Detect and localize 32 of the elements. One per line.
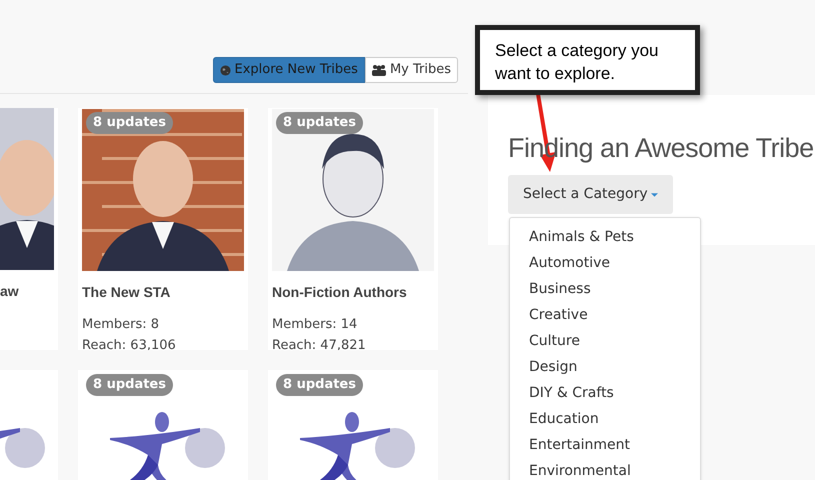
tab[interactable]: My Tribes bbox=[364, 57, 458, 83]
tribe-card[interactable]: 8 updates Non-Fiction Authors Members: 14 Reach: 47,821 bbox=[268, 108, 438, 350]
tribe-card[interactable]: aw bbox=[0, 108, 58, 350]
updates-badge: 8 updates bbox=[86, 374, 173, 396]
category-item[interactable]: Automotive bbox=[510, 252, 700, 278]
members-count: Members: 8 bbox=[81, 316, 160, 334]
tab[interactable]: Explore New Tribes bbox=[212, 57, 365, 83]
callout-text: Select a category you want to explore. bbox=[475, 25, 700, 95]
category-item[interactable]: Animals & Pets bbox=[510, 226, 700, 252]
category-item[interactable]: Culture bbox=[510, 330, 700, 356]
category-item[interactable]: Design bbox=[510, 356, 700, 382]
updates-badge: 8 updates bbox=[86, 112, 173, 134]
caret-icon bbox=[650, 192, 658, 196]
category-item[interactable]: Creative bbox=[510, 304, 700, 330]
group-icon bbox=[372, 64, 386, 76]
updates-badge: 8 updates bbox=[276, 112, 363, 134]
tribe-title[interactable]: aw bbox=[0, 281, 58, 302]
category-item[interactable]: DIY & Crafts bbox=[510, 382, 700, 408]
reach-count: Reach: 47,821 bbox=[271, 336, 367, 350]
category-item[interactable]: Business bbox=[510, 278, 700, 304]
category-item[interactable]: Education bbox=[510, 408, 700, 434]
tribe-title[interactable]: The New STA bbox=[78, 282, 248, 303]
reach-count: Reach: 63,106 bbox=[81, 336, 177, 350]
tribe-card[interactable] bbox=[0, 370, 58, 480]
tribe-card[interactable]: 8 updates The New STA Members: 8 Reach: 63,106 bbox=[78, 108, 248, 350]
category-dropdown-button[interactable]: Select a Category bbox=[508, 175, 673, 214]
tribe-title[interactable]: Non-Fiction Authors bbox=[268, 282, 438, 303]
category-item[interactable]: Environmental bbox=[510, 460, 700, 480]
updates-badge: 8 updates bbox=[276, 374, 363, 396]
category-item[interactable]: Entertainment bbox=[510, 434, 700, 460]
members-count: Members: 14 bbox=[271, 316, 358, 334]
globe-icon bbox=[220, 64, 231, 76]
